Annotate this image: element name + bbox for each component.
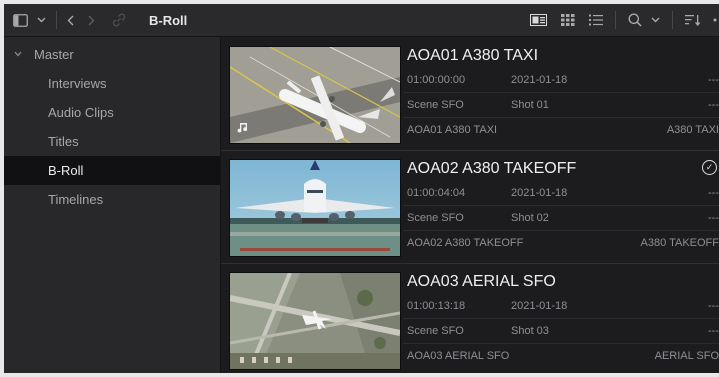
clip-date: 2021-01-18 [511, 74, 568, 86]
sidebar-item-b-roll[interactable]: B-Roll [4, 156, 220, 185]
sidebar-item-label: Master [34, 47, 74, 62]
clip-scene: Scene SFO [407, 212, 464, 224]
clip-name: AOA01 A380 TAXI [407, 124, 498, 136]
toolbar: B-Roll [4, 4, 719, 37]
chevron-down-icon[interactable] [37, 17, 46, 23]
clip-title: AOA03 AERIAL SFO [407, 273, 556, 290]
sidebar-item-interviews[interactable]: Interviews [4, 69, 220, 98]
clip-thumbnail[interactable] [229, 272, 401, 370]
toolbar-divider [615, 11, 616, 29]
toolbar-right [530, 4, 719, 36]
toolbar-divider [56, 11, 57, 29]
clip-shot: Shot 01 [511, 99, 549, 111]
clip-title: AOA01 A380 TAXI [407, 47, 539, 64]
chevron-down-icon[interactable] [651, 17, 660, 23]
sidebar-item-master[interactable]: Master [4, 40, 220, 69]
clip-scene: Scene SFO [407, 99, 464, 111]
search-icon[interactable] [628, 13, 642, 27]
clip-scene: Scene SFO [407, 325, 464, 337]
clip-extra: --- [708, 74, 719, 86]
clip-title: AOA02 A380 TAKEOFF [407, 160, 577, 177]
media-pool-window: B-Roll Master Interviews Audio Clips Tit… [4, 4, 719, 373]
audio-note-icon [237, 120, 248, 138]
sidebar-item-label: Titles [48, 134, 79, 149]
clip-description: A380 TAKEOFF [640, 237, 719, 249]
sidebar-item-label: B-Roll [48, 163, 84, 178]
clip-timecode: 01:00:04:04 [407, 187, 466, 199]
list-view-icon[interactable] [589, 14, 603, 26]
row-divider [403, 117, 719, 118]
row-divider [403, 92, 719, 93]
clip-name: AOA02 A380 TAKEOFF [407, 237, 524, 249]
row-divider [403, 205, 719, 206]
back-arrow-icon[interactable] [67, 15, 74, 26]
clip-extra: --- [708, 325, 719, 337]
clip-name: AOA03 AERIAL SFO [407, 350, 510, 362]
checkmark-icon[interactable]: ✓ [702, 160, 717, 175]
clip-extra: --- [708, 99, 719, 111]
bin-title: B-Roll [149, 12, 188, 28]
sidebar-item-label: Interviews [48, 76, 107, 91]
clip-date: 2021-01-18 [511, 187, 568, 199]
forward-arrow-icon[interactable] [88, 15, 95, 26]
row-divider [403, 318, 719, 319]
clip-extra: --- [708, 212, 719, 224]
toolbar-divider [672, 11, 673, 29]
clip-shot: Shot 02 [511, 212, 549, 224]
sidebar-item-timelines[interactable]: Timelines [4, 185, 220, 214]
clip-extra: --- [708, 300, 719, 312]
more-icon[interactable] [713, 18, 719, 22]
clip-timecode: 01:00:00:00 [407, 74, 466, 86]
clip-description: AERIAL SFO [654, 350, 719, 362]
clip-thumbnail[interactable] [229, 159, 401, 257]
sidebar-item-audio-clips[interactable]: Audio Clips [4, 98, 220, 127]
clip-thumbnail[interactable] [229, 46, 401, 144]
sidebar-item-label: Timelines [48, 192, 104, 207]
clip-timecode: 01:00:13:18 [407, 300, 466, 312]
clip-row[interactable]: AOA02 A380 TAKEOFF ✓ 01:00:04:04 2021-01… [221, 150, 719, 264]
sidebar-toggle-icon[interactable] [13, 13, 28, 27]
clip-date: 2021-01-18 [511, 300, 568, 312]
grid-view-icon[interactable] [561, 14, 575, 26]
row-divider [403, 343, 719, 344]
bin-list-sidebar: Master Interviews Audio Clips Titles B-R… [4, 37, 221, 373]
clip-description: A380 TAXI [666, 124, 719, 136]
sidebar-item-titles[interactable]: Titles [4, 127, 220, 156]
sidebar-item-label: Audio Clips [48, 105, 114, 120]
thumbnail-view-icon[interactable] [530, 14, 547, 26]
clip-extra: --- [708, 187, 719, 199]
clip-row[interactable]: AOA01 A380 TAXI 01:00:00:00 2021-01-18 -… [221, 37, 719, 151]
clip-list: AOA01 A380 TAXI 01:00:00:00 2021-01-18 -… [221, 37, 719, 373]
chevron-down-icon[interactable] [14, 49, 22, 60]
row-divider [403, 230, 719, 231]
clip-row[interactable]: AOA03 AERIAL SFO 01:00:13:18 2021-01-18 … [221, 263, 719, 373]
link-icon[interactable] [111, 12, 127, 28]
clip-shot: Shot 03 [511, 325, 549, 337]
sort-icon[interactable] [685, 14, 701, 27]
